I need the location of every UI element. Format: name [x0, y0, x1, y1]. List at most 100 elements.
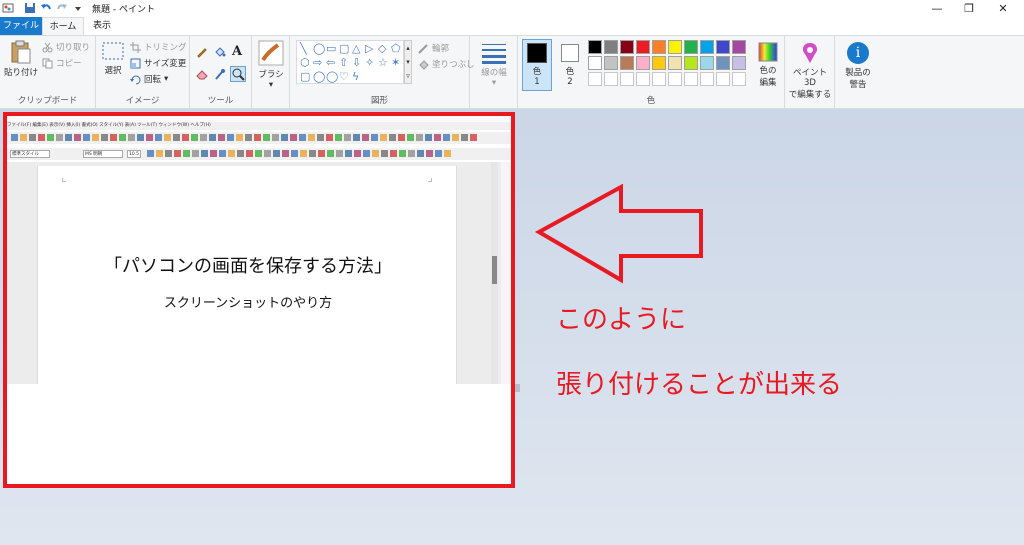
palette-color-swatch[interactable] [588, 40, 602, 54]
clipboard-group: 貼り付け 切り取り コピー クリップボード [0, 36, 96, 108]
palette-color-swatch[interactable] [620, 56, 634, 70]
canvas-workspace[interactable]: ファイル(F) 編集(E) 表示(V) 挿入(I) 書式(O) スタイル(Y) … [0, 109, 1024, 545]
shape-option[interactable]: ▢ [339, 43, 349, 54]
redo-icon[interactable] [56, 2, 68, 14]
shape-option[interactable]: ◯ [313, 71, 325, 82]
shape-option[interactable]: ⇩ [352, 57, 361, 68]
minimize-button[interactable]: — [920, 0, 954, 17]
custom-color-slot[interactable] [620, 72, 634, 86]
custom-color-slot[interactable] [588, 72, 602, 86]
palette-color-swatch[interactable] [620, 40, 634, 54]
tab-home[interactable]: ホーム [42, 17, 84, 35]
shape-option[interactable]: ◯ [313, 43, 325, 54]
palette-color-swatch[interactable] [652, 56, 666, 70]
brushes-button[interactable]: ブラシ ▾ [255, 40, 287, 90]
resize-button[interactable]: サイズ変更 [130, 57, 186, 69]
toolbar-icon [363, 150, 370, 157]
color1-button[interactable]: 色 1 [522, 39, 552, 91]
toolbar-icon [20, 134, 27, 141]
restore-button[interactable]: ❐ [952, 0, 986, 17]
custom-color-slot[interactable] [684, 72, 698, 86]
palette-color-swatch[interactable] [668, 40, 682, 54]
outline-button[interactable]: 輪郭 [418, 42, 449, 54]
palette-color-swatch[interactable] [700, 40, 714, 54]
shape-option[interactable]: ◇ [378, 43, 386, 54]
custom-color-slot[interactable] [652, 72, 666, 86]
shape-option[interactable]: ⇧ [339, 57, 348, 68]
edit-with-paint3d-button[interactable]: ペイント 3D で編集する [787, 42, 833, 100]
shape-option[interactable]: △ [352, 43, 360, 54]
palette-color-swatch[interactable] [684, 40, 698, 54]
cut-button[interactable]: 切り取り [42, 41, 90, 53]
custom-color-slot[interactable] [668, 72, 682, 86]
palette-color-swatch[interactable] [604, 40, 618, 54]
close-button[interactable]: ✕ [986, 0, 1020, 17]
custom-color-slot[interactable] [636, 72, 650, 86]
shape-option[interactable]: ◯ [326, 71, 338, 82]
undo-icon[interactable] [40, 2, 52, 14]
palette-color-swatch[interactable] [604, 56, 618, 70]
shape-option[interactable]: ♡ [339, 71, 349, 82]
shape-option[interactable]: ╲ [300, 43, 307, 54]
custom-color-slot[interactable] [716, 72, 730, 86]
color2-button[interactable]: 色 2 [556, 39, 584, 91]
rotate-button[interactable]: 回転 ▾ [130, 73, 168, 85]
shape-option[interactable]: ⇨ [313, 57, 322, 68]
toolbar-icon [191, 134, 198, 141]
shapes-gallery[interactable]: ╲ ◯ ▭ ▢ △ ▷ ◇ ⬠ ⬡ ⇨ ⇦ ⇧ ⇩ ✧ ☆ ✶ ▢ ◯ ◯ ♡ ϟ [296, 40, 404, 84]
fill-button[interactable]: 塗りつぶし [418, 58, 475, 70]
shape-option[interactable]: ▢ [300, 71, 310, 82]
palette-color-swatch[interactable] [636, 56, 650, 70]
tab-file[interactable]: ファイル [0, 17, 42, 35]
magnifier-button[interactable] [230, 66, 246, 82]
document-title: 「パソコンの画面を保存する方法」 [104, 256, 392, 277]
palette-color-swatch[interactable] [652, 40, 666, 54]
fill-bucket-icon[interactable] [214, 46, 226, 58]
palette-color-swatch[interactable] [668, 56, 682, 70]
shape-option[interactable]: ✶ [391, 57, 400, 68]
palette-color-swatch[interactable] [636, 40, 650, 54]
shape-option[interactable]: ▭ [326, 43, 336, 54]
palette-color-swatch[interactable] [700, 56, 714, 70]
shape-option[interactable]: ⇦ [326, 57, 335, 68]
edit-colors-button[interactable]: 色の 編集 [754, 39, 782, 91]
select-button[interactable]: 選択 [100, 42, 126, 76]
pasted-screenshot[interactable]: ファイル(F) 編集(E) 表示(V) 挿入(I) 書式(O) スタイル(Y) … [3, 112, 515, 488]
shape-option[interactable]: ⬡ [300, 57, 310, 68]
tab-view[interactable]: 表示 [84, 17, 120, 35]
shape-option[interactable]: ⬠ [391, 43, 401, 54]
shape-option[interactable]: ▷ [365, 43, 373, 54]
crop-button[interactable]: トリミング [130, 41, 187, 53]
pencil-icon[interactable] [196, 46, 208, 58]
paste-button[interactable]: 貼り付け [4, 40, 38, 78]
customize-quick-access-icon[interactable] [72, 2, 84, 14]
document-subtitle: スクリーンショットのやり方 [163, 296, 333, 311]
custom-color-slot[interactable] [700, 72, 714, 86]
size-button[interactable]: 線の幅 ▾ [474, 42, 514, 88]
text-tool-icon[interactable]: A [232, 44, 242, 59]
product-alert-button[interactable]: i 製品の 警告 [837, 42, 879, 90]
toolbar-icon [147, 150, 154, 157]
shape-option[interactable]: ✧ [365, 57, 374, 68]
palette-color-swatch[interactable] [716, 40, 730, 54]
palette-color-swatch[interactable] [732, 40, 746, 54]
toolbar-icon [273, 150, 280, 157]
toolbar-icon [443, 134, 450, 141]
crop-icon [130, 41, 141, 53]
palette-color-swatch[interactable] [684, 56, 698, 70]
palette-color-swatch[interactable] [732, 56, 746, 70]
copy-button[interactable]: コピー [42, 57, 82, 69]
eraser-icon[interactable] [196, 68, 208, 80]
shape-option[interactable]: ϟ [352, 71, 359, 82]
custom-color-slot[interactable] [604, 72, 618, 86]
shapes-scroll[interactable]: ▴ ▾ ▿ [404, 40, 412, 84]
palette-color-swatch[interactable] [716, 56, 730, 70]
color-picker-icon[interactable] [214, 68, 226, 80]
info-icon: i [847, 42, 869, 64]
shape-option[interactable]: ☆ [378, 57, 388, 68]
palette-color-swatch[interactable] [588, 56, 602, 70]
toolbar-icon [255, 150, 262, 157]
image-group-label: イメージ [125, 96, 160, 106]
custom-color-slot[interactable] [732, 72, 746, 86]
save-icon[interactable] [24, 2, 36, 14]
